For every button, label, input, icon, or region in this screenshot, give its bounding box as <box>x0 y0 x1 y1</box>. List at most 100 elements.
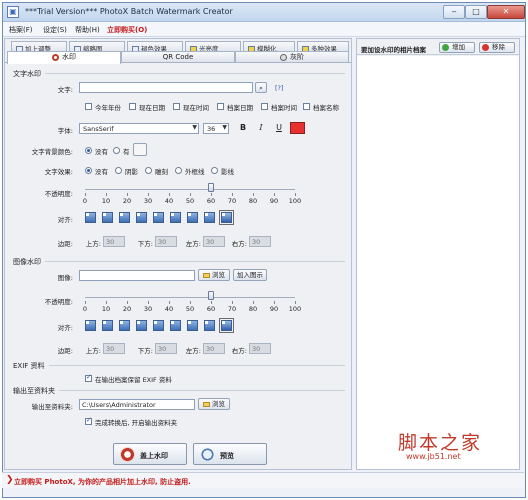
image-browse-button[interactable]: 浏览 <box>198 269 230 281</box>
magnifier-icon <box>200 447 215 462</box>
menu-help[interactable]: 帮助(H) <box>75 25 100 35</box>
align-position-button[interactable] <box>153 212 164 223</box>
font-size-select[interactable]: 36 ▼ <box>203 123 229 134</box>
align-position-button[interactable] <box>119 212 130 223</box>
align-position-button[interactable] <box>85 212 96 223</box>
tab-watermark[interactable]: 水印 <box>7 51 121 64</box>
open-folder-checkbox[interactable] <box>85 416 92 425</box>
margin-right-input[interactable]: 30 <box>249 343 271 354</box>
margin-label: 边距: <box>57 240 73 248</box>
section-divider <box>45 73 345 74</box>
checkbox-current-date[interactable] <box>129 103 136 110</box>
output-folder-input[interactable]: C:\Users\Administrator <box>79 399 195 410</box>
slider-tick-label: 90 <box>269 197 279 205</box>
remove-file-button[interactable]: 移除 <box>479 42 515 53</box>
checkbox-current-year[interactable] <box>85 103 92 110</box>
margin-top-input[interactable]: 30 <box>103 236 125 247</box>
slider-tick <box>127 301 128 304</box>
checkbox-label: 档案日期 <box>227 104 253 112</box>
keep-exif-checkbox[interactable] <box>85 373 92 382</box>
bg-color-swatch[interactable] <box>133 143 147 156</box>
help-link[interactable]: [?] <box>275 84 284 92</box>
add-file-button[interactable]: 增加 <box>439 42 475 53</box>
align-position-button[interactable] <box>136 320 147 331</box>
margin-right-label: 右方: <box>231 240 247 248</box>
file-list-title: 要加设水印的相片档案 <box>361 46 426 54</box>
align-position-button[interactable] <box>119 320 130 331</box>
file-list[interactable] <box>357 56 519 469</box>
checkbox-label: 现在日期 <box>139 104 165 112</box>
button-label: 浏览 <box>212 400 225 408</box>
image-opacity-slider[interactable] <box>85 297 295 298</box>
menu-file[interactable]: 档案(F) <box>9 25 33 35</box>
radio-effect-hatch[interactable] <box>211 167 218 174</box>
text-opacity-slider[interactable] <box>85 189 295 190</box>
margin-top-label: 上方: <box>85 240 101 248</box>
close-button[interactable]: ✕ <box>487 5 525 19</box>
margin-bottom-input[interactable]: 30 <box>155 236 177 247</box>
align-position-button[interactable] <box>153 320 164 331</box>
margin-right-input[interactable]: 30 <box>249 236 271 247</box>
margin-top-input[interactable]: 30 <box>103 343 125 354</box>
align-position-button[interactable] <box>187 212 198 223</box>
section-divider <box>59 390 345 391</box>
image-path-input[interactable] <box>79 270 195 281</box>
margin-left-input[interactable]: 30 <box>203 343 225 354</box>
text-label: 文字: <box>57 86 73 94</box>
apply-watermark-button[interactable]: 盖上水印 <box>113 443 187 465</box>
text-color-swatch[interactable] <box>290 122 305 134</box>
margin-bottom-input[interactable]: 30 <box>155 343 177 354</box>
align-position-button[interactable] <box>187 320 198 331</box>
text-picker-button[interactable]: ⌕ <box>255 82 267 93</box>
menu-settings[interactable]: 设定(S) <box>43 25 67 35</box>
menu-buy-now[interactable]: 立即购买(O) <box>107 25 147 35</box>
file-list-panel: 要加设水印的相片档案 增加 移除 <box>356 38 520 470</box>
margin-left-input[interactable]: 30 <box>203 236 225 247</box>
image-label: 图像: <box>57 274 73 282</box>
align-position-button[interactable] <box>102 212 113 223</box>
align-position-button[interactable] <box>170 320 181 331</box>
checkbox-file-date[interactable] <box>217 103 224 110</box>
minimize-button[interactable]: ‒ <box>443 5 465 19</box>
radio-bg-none[interactable] <box>85 147 92 154</box>
watermark-text-input[interactable] <box>79 82 253 93</box>
radio-label: 阴影 <box>125 168 138 176</box>
file-list-header: 要加设水印的相片档案 增加 移除 <box>357 39 519 55</box>
checkbox-file-time[interactable] <box>261 103 268 110</box>
slider-tick-label: 100 <box>288 197 302 205</box>
align-position-button[interactable] <box>170 212 181 223</box>
preview-button[interactable]: 预览 <box>193 443 267 465</box>
output-browse-button[interactable]: 浏览 <box>198 398 230 410</box>
slider-thumb[interactable] <box>208 183 214 192</box>
radio-effect-emboss[interactable] <box>145 167 152 174</box>
italic-button[interactable]: I <box>255 123 267 134</box>
slider-thumb[interactable] <box>208 291 214 300</box>
slider-tick <box>211 301 212 304</box>
checkbox-file-name[interactable] <box>303 103 310 110</box>
margin-label: 边距: <box>57 347 73 355</box>
radio-effect-shadow[interactable] <box>115 167 122 174</box>
status-buy-text[interactable]: 立即购买 PhotoX, 为你的产品相片加上水印, 防止盗用. <box>14 477 191 487</box>
slider-tick-label: 80 <box>248 197 258 205</box>
align-position-button[interactable] <box>102 320 113 331</box>
align-position-button[interactable] <box>204 320 215 331</box>
checkbox-current-time[interactable] <box>173 103 180 110</box>
slider-tick <box>274 301 275 304</box>
bold-button[interactable]: B <box>237 123 249 134</box>
align-position-button[interactable] <box>85 320 96 331</box>
section-divider <box>45 261 345 262</box>
align-position-button[interactable] <box>136 212 147 223</box>
radio-effect-none[interactable] <box>85 167 92 174</box>
add-icon-button[interactable]: 加入图示 <box>233 269 267 281</box>
tab-qr-code[interactable]: QR Code <box>121 51 235 63</box>
align-position-button[interactable] <box>219 210 234 225</box>
font-select[interactable]: SansSerif ▼ <box>79 123 199 134</box>
slider-tick <box>85 193 86 196</box>
maximize-button[interactable]: □ <box>465 5 487 19</box>
align-position-button[interactable] <box>204 212 215 223</box>
tab-grayscale[interactable]: 灰阶 <box>235 51 349 63</box>
underline-button[interactable]: U <box>273 123 285 134</box>
radio-bg-yes[interactable] <box>113 147 120 154</box>
align-position-button[interactable] <box>219 318 234 333</box>
radio-effect-outline[interactable] <box>175 167 182 174</box>
